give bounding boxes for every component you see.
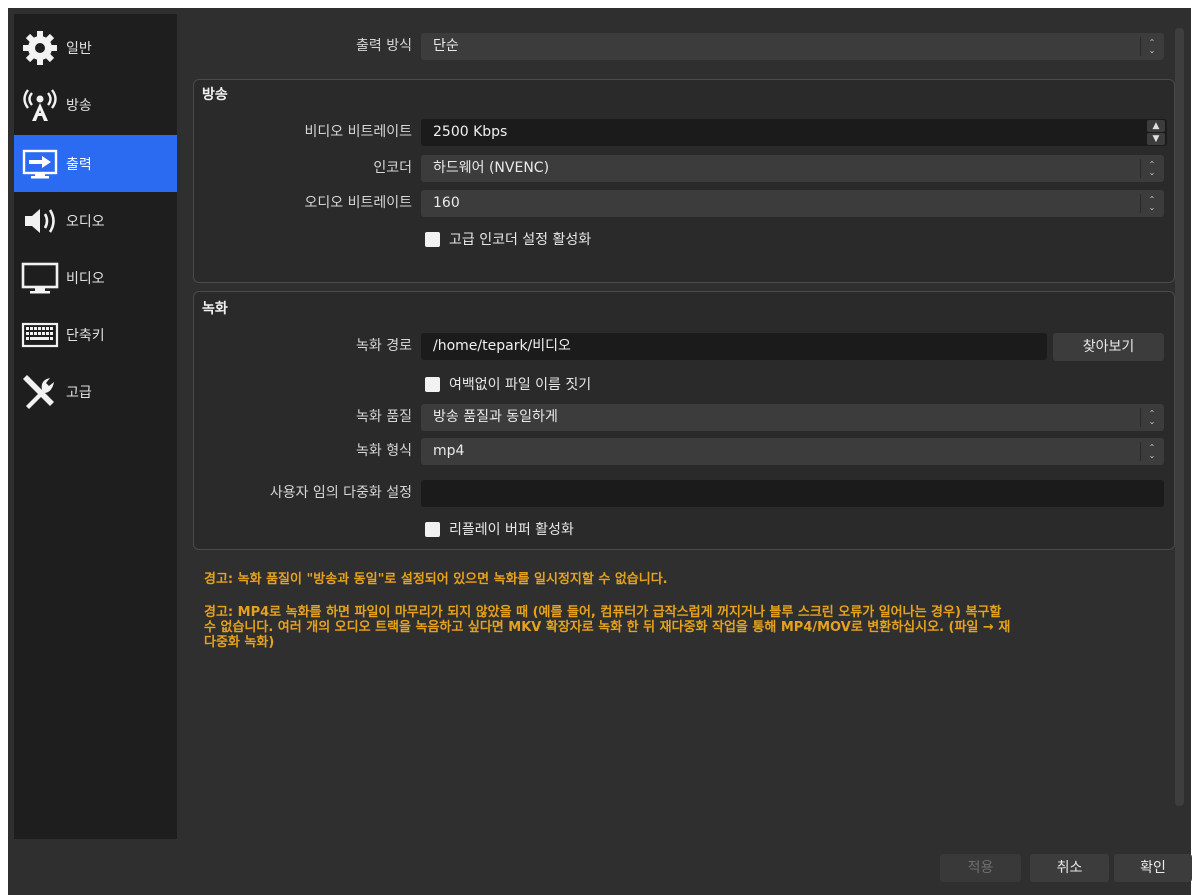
warning-mp4-line-3: 다중화 녹화)	[204, 635, 275, 650]
sidebar-item-label: 출력	[66, 156, 92, 173]
video-bitrate-label: 비디오 비트레이트	[304, 124, 413, 140]
output-mode-select[interactable]: 단순 ⌃ ⌄	[421, 33, 1164, 60]
video-bitrate-spinbox[interactable]: 2500 Kbps ▲ ▼	[421, 119, 1167, 146]
warning-mp4-line-2: 수 없습니다. 여러 개의 오디오 트랙을 녹음하고 싶다면 MKV 확장자로 …	[204, 620, 1011, 635]
encoder-value: 하드웨어 (NVENC)	[433, 160, 550, 176]
recording-path-input[interactable]: /home/tepark/비디오	[421, 333, 1047, 360]
browse-button[interactable]: 찾아보기	[1053, 333, 1164, 361]
combo-arrows-icon: ⌃ ⌄	[1140, 155, 1164, 182]
sidebar-item-general[interactable]: 일반	[14, 19, 177, 76]
sidebar-item-label: 비디오	[66, 270, 105, 287]
sidebar-item-advanced[interactable]: 고급	[14, 363, 177, 420]
advanced-encoder-label: 고급 인코더 설정 활성화	[449, 232, 592, 248]
speaker-icon	[18, 201, 62, 241]
output-monitor-icon	[18, 144, 62, 184]
no-space-filename-checkbox[interactable]	[425, 376, 440, 392]
spin-up-icon[interactable]: ▲	[1147, 120, 1165, 132]
gear-icon	[18, 28, 62, 68]
scrollbar[interactable]	[1175, 28, 1184, 806]
custom-muxer-input[interactable]	[421, 480, 1164, 507]
combo-arrows-icon: ⌃ ⌄	[1140, 190, 1164, 217]
apply-button[interactable]: 적용	[940, 854, 1021, 882]
encoder-select[interactable]: 하드웨어 (NVENC) ⌃ ⌄	[421, 155, 1164, 182]
combo-arrows-icon: ⌃ ⌄	[1140, 438, 1164, 465]
custom-muxer-label: 사용자 임의 다중화 설정	[269, 485, 412, 501]
sidebar-item-label: 단축키	[66, 327, 105, 344]
advanced-encoder-checkbox[interactable]	[425, 231, 440, 247]
no-space-filename-checkbox-row[interactable]: 여백없이 파일 이름 짓기	[425, 374, 591, 394]
sidebar-item-label: 방송	[66, 97, 92, 114]
advanced-encoder-checkbox-row[interactable]: 고급 인코더 설정 활성화	[425, 229, 591, 249]
recording-group-title: 녹화	[202, 301, 228, 317]
sidebar-item-label: 일반	[66, 40, 92, 57]
replay-buffer-checkbox-row[interactable]: 리플레이 버퍼 활성화	[425, 519, 574, 539]
output-mode-value: 단순	[433, 38, 459, 54]
sidebar-item-stream[interactable]: 방송	[14, 76, 177, 133]
sidebar-item-output[interactable]: 출력	[14, 135, 177, 192]
ok-button[interactable]: 확인	[1114, 854, 1192, 882]
recording-format-value: mp4	[433, 443, 465, 459]
audio-bitrate-value: 160	[433, 195, 460, 211]
video-bitrate-value: 2500 Kbps	[433, 124, 508, 140]
broadcast-antenna-icon	[18, 85, 62, 125]
cancel-button[interactable]: 취소	[1030, 854, 1109, 882]
output-mode-label: 출력 방식	[356, 38, 412, 54]
recording-quality-label: 녹화 품질	[356, 409, 412, 425]
recording-format-select[interactable]: mp4 ⌃ ⌄	[421, 438, 1164, 465]
spin-down-icon[interactable]: ▼	[1147, 133, 1165, 145]
warning-pause-text: 경고: 녹화 품질이 "방송과 동일"로 설정되어 있으면 녹화를 일시정지할 …	[204, 572, 668, 587]
encoder-label: 인코더	[373, 160, 412, 176]
sidebar-item-video[interactable]: 비디오	[14, 249, 177, 306]
recording-quality-select[interactable]: 방송 품질과 동일하게 ⌃ ⌄	[421, 404, 1164, 431]
sidebar-item-label: 오디오	[66, 213, 105, 230]
sidebar-item-label: 고급	[66, 384, 92, 401]
combo-arrows-icon: ⌃ ⌄	[1140, 33, 1164, 60]
sidebar-item-hotkeys[interactable]: 단축키	[14, 306, 177, 363]
sidebar-item-audio[interactable]: 오디오	[14, 192, 177, 249]
recording-path-label: 녹화 경로	[356, 338, 412, 354]
recording-quality-value: 방송 품질과 동일하게	[433, 409, 558, 425]
recording-format-label: 녹화 형식	[356, 443, 412, 459]
warning-mp4-line-1: 경고: MP4로 녹화를 하면 파일이 마무리가 되지 않았을 때 (예를 들어…	[204, 605, 1002, 620]
combo-arrows-icon: ⌃ ⌄	[1140, 404, 1164, 431]
settings-sidebar: 일반 방송 출력 오디오 비디오 단축키 고급	[14, 14, 177, 839]
replay-buffer-checkbox[interactable]	[425, 521, 440, 537]
keyboard-icon	[18, 315, 62, 355]
no-space-filename-label: 여백없이 파일 이름 짓기	[449, 377, 592, 393]
recording-path-value: /home/tepark/비디오	[433, 338, 571, 354]
audio-bitrate-select[interactable]: 160 ⌃ ⌄	[421, 190, 1164, 217]
audio-bitrate-label: 오디오 비트레이트	[304, 195, 413, 211]
tools-icon	[18, 372, 62, 412]
monitor-icon	[18, 258, 62, 298]
replay-buffer-label: 리플레이 버퍼 활성화	[449, 522, 574, 538]
streaming-group-title: 방송	[202, 87, 228, 103]
